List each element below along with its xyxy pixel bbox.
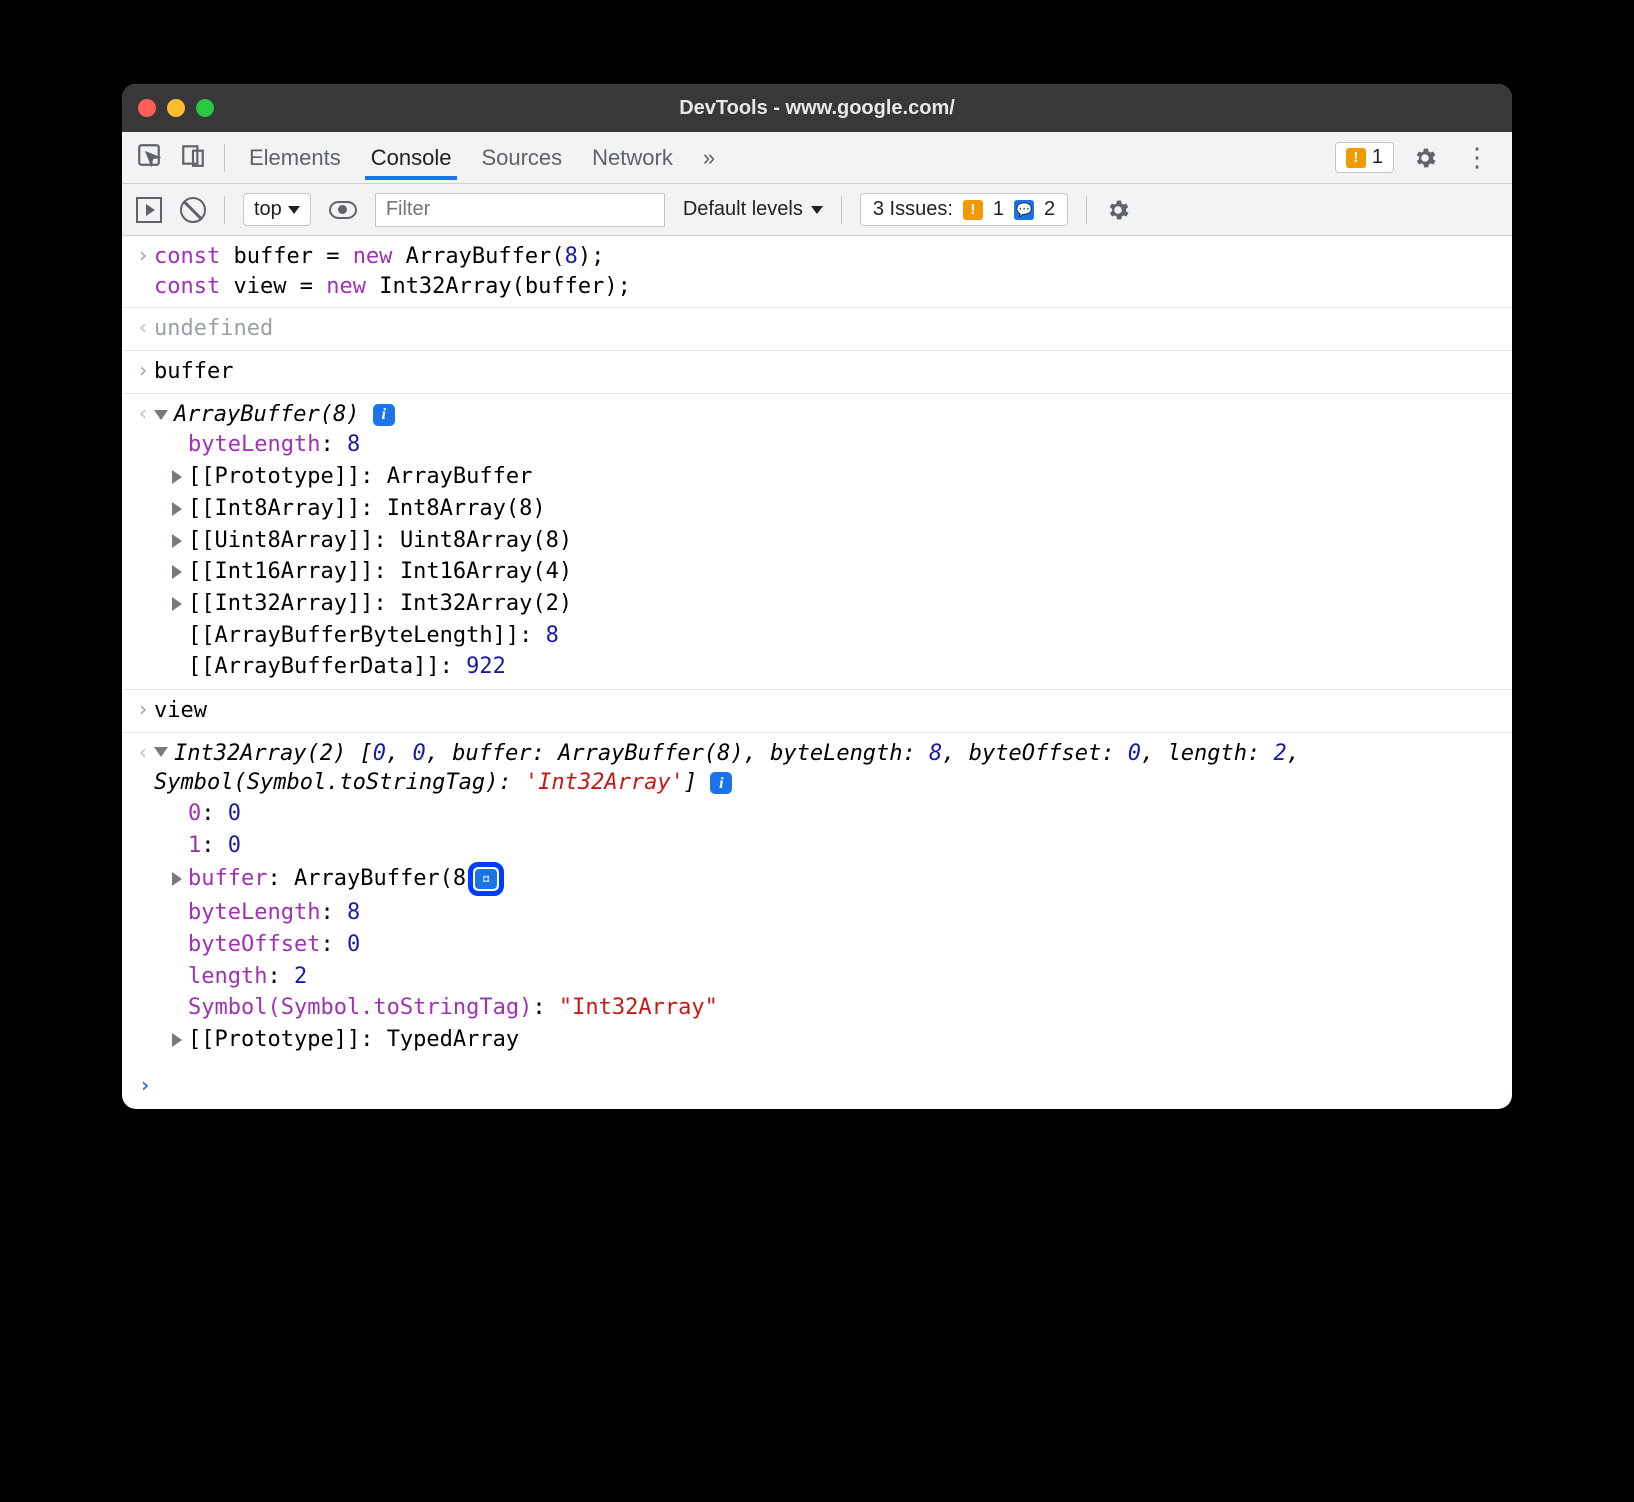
expand-toggle-icon[interactable] bbox=[154, 410, 168, 420]
expand-toggle-icon[interactable] bbox=[172, 534, 182, 548]
console-entry[interactable]: › view bbox=[122, 690, 1512, 733]
issues-button[interactable]: 3 Issues: ! 1 💬 2 bbox=[860, 193, 1068, 226]
prompt-icon: › bbox=[132, 696, 154, 726]
code-text: const buffer = new ArrayBuffer(8); const… bbox=[154, 242, 1500, 301]
object-tree: 0: 0 1: 0 buffer: ArrayBuffer(8⚃ byteLen… bbox=[154, 798, 1500, 1056]
settings-icon[interactable] bbox=[1412, 145, 1438, 171]
tab-console[interactable]: Console bbox=[365, 135, 458, 180]
clear-console-icon[interactable] bbox=[180, 197, 206, 223]
warnings-badge[interactable]: ! 1 bbox=[1335, 142, 1394, 173]
separator bbox=[1086, 196, 1087, 224]
prompt-icon: › bbox=[132, 242, 154, 301]
window-title: DevTools - www.google.com/ bbox=[122, 97, 1512, 120]
window-controls bbox=[138, 99, 214, 117]
prompt-icon: › bbox=[134, 1072, 156, 1099]
warning-count: 1 bbox=[1372, 146, 1383, 169]
close-icon[interactable] bbox=[138, 99, 156, 117]
expand-toggle-icon[interactable] bbox=[172, 565, 182, 579]
object-tree: byteLength: 8 [[Prototype]]: ArrayBuffer… bbox=[154, 429, 1500, 683]
result-icon: ‹ bbox=[132, 314, 154, 344]
console-result[interactable]: ‹ ArrayBuffer(8) i byteLength: 8 [[Proto… bbox=[122, 394, 1512, 690]
console-entry[interactable]: › const buffer = new ArrayBuffer(8); con… bbox=[122, 236, 1512, 308]
warning-icon: ! bbox=[963, 200, 983, 220]
zoom-icon[interactable] bbox=[196, 99, 214, 117]
issues-info-count: 2 bbox=[1044, 198, 1055, 221]
expand-toggle-icon[interactable] bbox=[172, 470, 182, 484]
expand-toggle-icon[interactable] bbox=[154, 747, 168, 757]
separator bbox=[841, 196, 842, 224]
warning-icon: ! bbox=[1346, 148, 1366, 168]
tab-sources[interactable]: Sources bbox=[475, 135, 568, 180]
info-icon[interactable]: i bbox=[373, 404, 395, 426]
expand-toggle-icon[interactable] bbox=[172, 502, 182, 516]
chevron-down-icon bbox=[811, 206, 823, 214]
result-icon: ‹ bbox=[132, 739, 154, 1056]
live-expression-icon[interactable] bbox=[329, 201, 357, 219]
result-icon: ‹ bbox=[132, 400, 154, 683]
context-selector[interactable]: top bbox=[243, 193, 311, 226]
more-menu-icon[interactable]: ⋮ bbox=[1456, 142, 1498, 173]
tab-elements[interactable]: Elements bbox=[243, 135, 347, 180]
console-output: › const buffer = new ArrayBuffer(8); con… bbox=[122, 236, 1512, 1109]
console-prompt[interactable]: › bbox=[122, 1062, 1512, 1109]
expand-toggle-icon[interactable] bbox=[172, 1033, 182, 1047]
console-result[interactable]: ‹ undefined bbox=[122, 308, 1512, 351]
filter-input[interactable] bbox=[375, 193, 665, 227]
devtools-window: DevTools - www.google.com/ Elements Cons… bbox=[122, 84, 1512, 1109]
context-label: top bbox=[254, 198, 282, 221]
console-entry[interactable]: › buffer bbox=[122, 351, 1512, 394]
object-header: ArrayBuffer(8) bbox=[174, 402, 359, 427]
console-toolbar: top Default levels 3 Issues: ! 1 💬 2 bbox=[122, 184, 1512, 236]
levels-label: Default levels bbox=[683, 198, 803, 221]
separator bbox=[224, 144, 225, 172]
tab-network[interactable]: Network bbox=[586, 135, 679, 180]
chevron-down-icon bbox=[288, 206, 300, 214]
issues-warn-count: 1 bbox=[993, 198, 1004, 221]
sidebar-toggle-icon[interactable] bbox=[136, 197, 162, 223]
prompt-icon: › bbox=[132, 357, 154, 387]
log-levels-selector[interactable]: Default levels bbox=[683, 198, 823, 221]
inspect-icon[interactable] bbox=[136, 142, 162, 173]
expand-toggle-icon[interactable] bbox=[172, 872, 182, 886]
console-result[interactable]: ‹ Int32Array(2) [0, 0, buffer: ArrayBuff… bbox=[122, 733, 1512, 1062]
code-text: buffer bbox=[154, 357, 1500, 387]
issues-label: 3 Issues: bbox=[873, 198, 953, 221]
titlebar: DevTools - www.google.com/ bbox=[122, 84, 1512, 132]
info-icon[interactable]: i bbox=[710, 772, 732, 794]
info-icon: 💬 bbox=[1014, 200, 1034, 220]
expand-toggle-icon[interactable] bbox=[172, 597, 182, 611]
tabs-more[interactable]: » bbox=[697, 135, 721, 180]
code-text: view bbox=[154, 696, 1500, 726]
main-toolbar: Elements Console Sources Network » ! 1 ⋮ bbox=[122, 132, 1512, 184]
separator bbox=[224, 196, 225, 224]
device-toggle-icon[interactable] bbox=[180, 142, 206, 173]
minimize-icon[interactable] bbox=[167, 99, 185, 117]
memory-inspector-icon[interactable]: ⚃ bbox=[468, 862, 504, 896]
result-undefined: undefined bbox=[154, 314, 1500, 344]
console-settings-icon[interactable] bbox=[1105, 197, 1131, 223]
